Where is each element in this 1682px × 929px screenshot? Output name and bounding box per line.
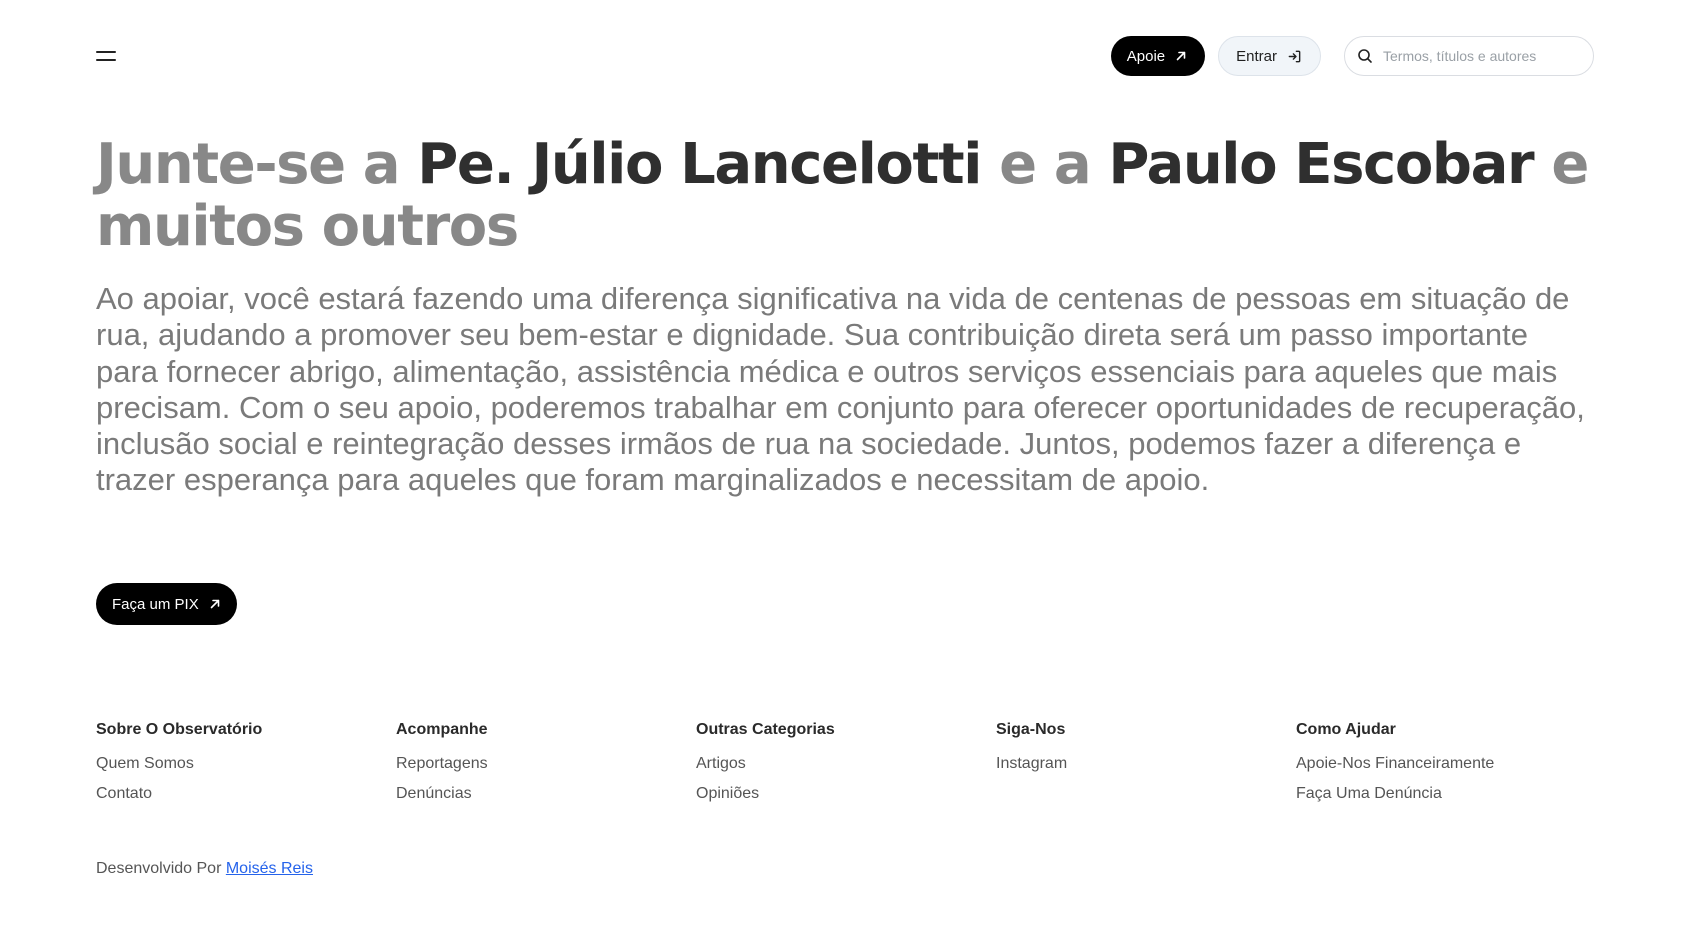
footer-heading: Acompanhe xyxy=(396,721,488,738)
search-icon xyxy=(1357,48,1373,64)
footer-link-quem-somos[interactable]: Quem Somos xyxy=(96,754,396,774)
title-name-2: Paulo Escobar xyxy=(1108,132,1534,197)
title-part-1: Junte-se a xyxy=(96,132,418,197)
footer-column-follow: Acompanhe Reportagens Denúncias xyxy=(396,720,696,814)
footer-link-artigos[interactable]: Artigos xyxy=(696,754,996,774)
footer-link-instagram[interactable]: Instagram xyxy=(996,754,1296,774)
page: Apoie Entrar Junte-se a Pe. Júlio Lancel… xyxy=(0,0,1682,929)
footer-link-reportagens[interactable]: Reportagens xyxy=(396,754,696,774)
search-box[interactable] xyxy=(1344,36,1594,76)
login-button-label: Entrar xyxy=(1236,47,1277,65)
footer-link-denuncia[interactable]: Faça Uma Denúncia xyxy=(1296,784,1596,804)
hero-title: Junte-se a Pe. Júlio Lancelotti e a Paul… xyxy=(96,134,1596,258)
footer-link-apoie[interactable]: Apoie-Nos Financeiramente xyxy=(1296,754,1596,774)
footer-column-help: Como Ajudar Apoie-Nos Financeiramente Fa… xyxy=(1296,720,1596,814)
footer-heading: Siga-Nos xyxy=(996,721,1066,738)
footer-link-denuncias[interactable]: Denúncias xyxy=(396,784,696,804)
title-name-1: Pe. Júlio Lancelotti xyxy=(417,132,982,197)
arrow-up-right-icon xyxy=(209,598,221,610)
login-button[interactable]: Entrar xyxy=(1218,36,1321,76)
footer-column-about: Sobre O Observatório Quem Somos Contato xyxy=(96,720,396,814)
log-in-icon xyxy=(1287,49,1302,64)
support-button-label: Apoie xyxy=(1126,47,1166,65)
credit-author-link[interactable]: Moisés Reis xyxy=(226,860,313,877)
pix-button[interactable]: Faça um PIX xyxy=(96,583,237,625)
arrow-up-right-icon xyxy=(1175,50,1187,62)
hero-description: Ao apoiar, você estará fazendo uma difer… xyxy=(96,281,1585,498)
title-part-2: e a xyxy=(981,132,1109,197)
footer-heading: Como Ajudar xyxy=(1296,721,1396,738)
footer-link-opinioes[interactable]: Opiniões xyxy=(696,784,996,804)
footer-credit: Desenvolvido Por Moisés Reis xyxy=(96,860,313,878)
hamburger-icon[interactable] xyxy=(96,44,120,68)
header: Apoie Entrar xyxy=(96,35,1594,77)
search-input[interactable] xyxy=(1383,48,1581,64)
footer-link-contato[interactable]: Contato xyxy=(96,784,396,804)
footer-column-categories: Outras Categorias Artigos Opiniões xyxy=(696,720,996,814)
footer-heading: Sobre O Observatório xyxy=(96,721,263,738)
footer-columns: Sobre O Observatório Quem Somos Contato … xyxy=(96,720,1596,814)
credit-prefix: Desenvolvido Por xyxy=(96,860,226,877)
footer-heading: Outras Categorias xyxy=(696,721,835,738)
footer-column-social: Siga-Nos Instagram xyxy=(996,720,1296,814)
header-actions: Apoie Entrar xyxy=(1110,36,1594,76)
pix-button-label: Faça um PIX xyxy=(112,595,199,613)
support-button[interactable]: Apoie xyxy=(1110,36,1206,76)
